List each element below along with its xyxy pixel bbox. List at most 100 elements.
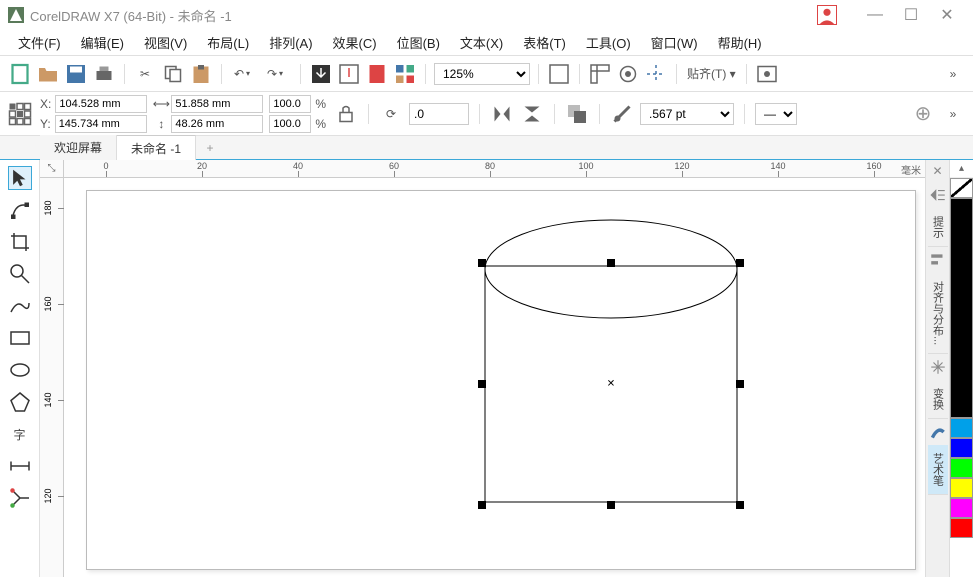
toolbar-overflow-button[interactable]: » <box>941 62 965 86</box>
handle-sw[interactable] <box>478 501 486 509</box>
swatch-red[interactable] <box>950 518 973 538</box>
menu-layout[interactable]: 布局(L) <box>197 29 259 56</box>
close-button[interactable]: ✕ <box>929 2 965 28</box>
crop-tool[interactable] <box>8 230 32 254</box>
paste-button[interactable] <box>189 62 213 86</box>
handle-w[interactable] <box>478 380 486 388</box>
open-button[interactable] <box>36 62 60 86</box>
object-origin-button[interactable] <box>8 102 32 126</box>
print-button[interactable] <box>92 62 116 86</box>
menu-table[interactable]: 表格(T) <box>513 29 576 56</box>
export-button[interactable] <box>337 62 361 86</box>
x-position-input[interactable] <box>55 95 147 113</box>
tab-document-1[interactable]: 未命名 -1 <box>117 135 196 161</box>
order-button[interactable] <box>565 102 589 126</box>
y-position-input[interactable] <box>55 115 147 133</box>
mirror-v-button[interactable] <box>520 102 544 126</box>
ellipse-tool[interactable] <box>8 358 32 382</box>
minimize-button[interactable]: — <box>857 2 893 28</box>
copy-button[interactable] <box>161 62 185 86</box>
fullscreen-button[interactable] <box>547 62 571 86</box>
docker-tab-artistic[interactable]: 艺术笔 <box>928 445 948 495</box>
menu-help[interactable]: 帮助(H) <box>708 29 772 56</box>
menu-arrange[interactable]: 排列(A) <box>259 29 322 56</box>
outline-width-select[interactable]: .567 pt <box>640 103 734 125</box>
import-button[interactable] <box>309 62 333 86</box>
canvas[interactable]: ✕ <box>64 178 925 577</box>
show-guides-button[interactable] <box>644 62 668 86</box>
user-avatar[interactable] <box>817 5 837 25</box>
lock-ratio-button[interactable] <box>334 102 358 126</box>
menu-file[interactable]: 文件(F) <box>8 29 71 56</box>
line-style-select[interactable]: — <box>755 103 797 125</box>
rotation-input[interactable] <box>409 103 469 125</box>
zoom-select[interactable]: 125% <box>434 63 530 85</box>
handle-s[interactable] <box>607 501 615 509</box>
docker-tab-hints[interactable]: 提示 <box>928 208 948 247</box>
text-tool[interactable]: 字 <box>8 422 32 446</box>
show-grid-button[interactable] <box>616 62 640 86</box>
shape-tool[interactable] <box>8 198 32 222</box>
save-button[interactable] <box>64 62 88 86</box>
add-preset-button[interactable]: ⊕ <box>911 102 935 126</box>
handle-n[interactable] <box>607 259 615 267</box>
docker-close-button[interactable]: ✕ <box>928 160 946 182</box>
docker-tab-align[interactable]: 对齐与分布... <box>928 273 948 354</box>
redo-button[interactable]: ↷▾ <box>258 62 292 86</box>
propbar-overflow-button[interactable]: » <box>941 102 965 126</box>
ruler-v-tick-label: 120 <box>43 488 53 503</box>
dimension-tool[interactable] <box>8 454 32 478</box>
swatch-magenta[interactable] <box>950 498 973 518</box>
menu-view[interactable]: 视图(V) <box>134 29 197 56</box>
show-rulers-button[interactable] <box>588 62 612 86</box>
tab-add-button[interactable]: + <box>200 138 220 158</box>
width-input[interactable] <box>171 95 263 113</box>
connector-tool[interactable] <box>8 486 32 510</box>
object-center[interactable]: ✕ <box>607 379 615 390</box>
maximize-button[interactable]: ☐ <box>893 2 929 28</box>
height-input[interactable] <box>171 115 263 133</box>
app-icon <box>8 7 24 23</box>
scale-y-input[interactable] <box>269 115 311 133</box>
swatch-none[interactable] <box>950 178 973 198</box>
menu-text[interactable]: 文本(X) <box>450 29 513 56</box>
ruler-origin[interactable]: ⤡ <box>40 160 64 178</box>
menu-tools[interactable]: 工具(O) <box>576 29 641 56</box>
menu-edit[interactable]: 编辑(E) <box>71 29 134 56</box>
options-button[interactable] <box>755 62 779 86</box>
freehand-tool[interactable] <box>8 294 32 318</box>
handle-e[interactable] <box>736 380 744 388</box>
horizontal-ruler[interactable]: 毫米 020406080100120140160 <box>64 160 925 178</box>
cut-button[interactable]: ✂ <box>133 62 157 86</box>
publish-pdf-button[interactable] <box>365 62 389 86</box>
snap-button[interactable]: 贴齐(T) ▾ <box>685 65 738 82</box>
mirror-h-button[interactable] <box>490 102 514 126</box>
tab-welcome[interactable]: 欢迎屏幕 <box>40 135 117 160</box>
hints-icon[interactable] <box>929 186 947 204</box>
transform-icon[interactable] <box>929 358 947 376</box>
handle-se[interactable] <box>736 501 744 509</box>
align-icon[interactable] <box>929 251 947 269</box>
vertical-ruler[interactable]: 180160140120 <box>40 178 64 577</box>
polygon-tool[interactable] <box>8 390 32 414</box>
artistic-icon[interactable] <box>929 423 947 441</box>
zoom-tool[interactable] <box>8 262 32 286</box>
rectangle-tool[interactable] <box>8 326 32 350</box>
palette-up-button[interactable]: ▴ <box>950 160 973 178</box>
handle-nw[interactable] <box>478 259 486 267</box>
undo-button[interactable]: ↶▾ <box>230 62 254 86</box>
swatch-black[interactable] <box>950 198 973 418</box>
scale-x-input[interactable] <box>269 95 311 113</box>
swatch-yellow[interactable] <box>950 478 973 498</box>
handle-ne[interactable] <box>736 259 744 267</box>
new-button[interactable] <box>8 62 32 86</box>
swatch-green[interactable] <box>950 458 973 478</box>
swatch-blue[interactable] <box>950 438 973 458</box>
menu-effects[interactable]: 效果(C) <box>323 29 387 56</box>
docker-tab-transform[interactable]: 变换 <box>928 380 948 419</box>
app-launcher-button[interactable] <box>393 62 417 86</box>
pick-tool[interactable] <box>8 166 32 190</box>
menu-window[interactable]: 窗口(W) <box>641 29 708 56</box>
menu-bitmap[interactable]: 位图(B) <box>387 29 450 56</box>
swatch-cyan[interactable] <box>950 418 973 438</box>
